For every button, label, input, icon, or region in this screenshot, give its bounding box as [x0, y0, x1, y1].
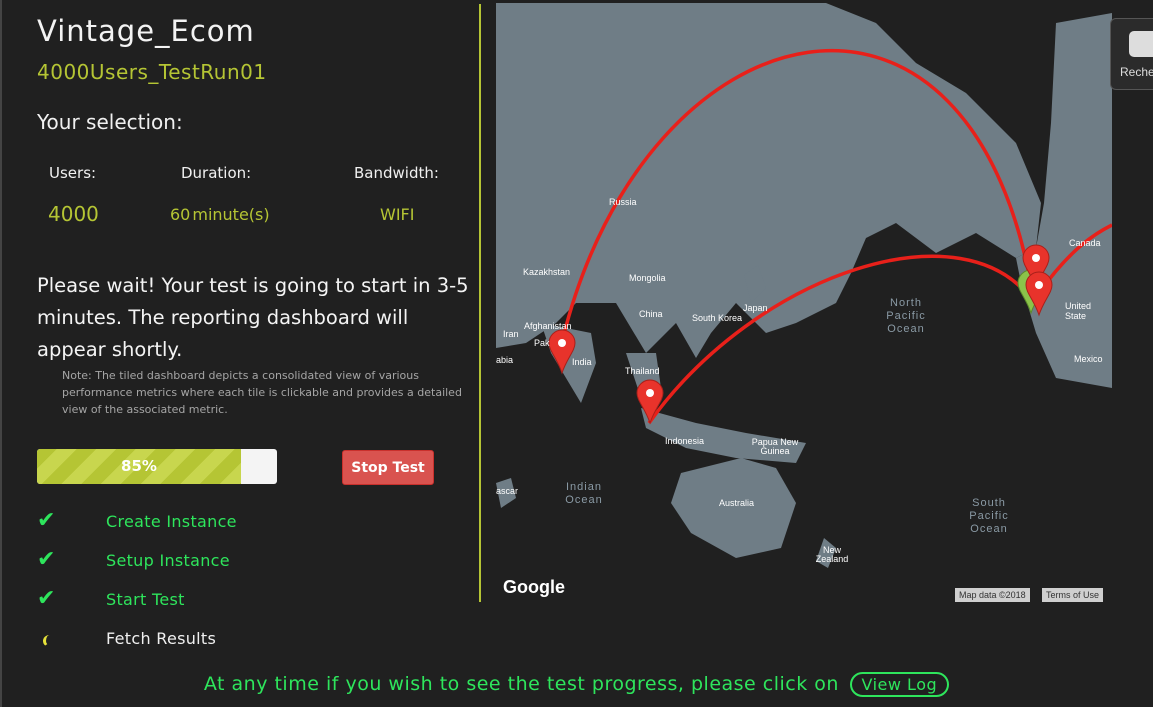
app-title: Vintage_Ecom — [37, 14, 255, 48]
stop-test-button[interactable]: Stop Test — [342, 450, 434, 485]
bandwidth-label: Bandwidth: — [354, 164, 439, 182]
duration-label: Duration: — [181, 164, 252, 182]
selection-heading: Your selection: — [37, 110, 183, 134]
step-label: Start Test — [106, 590, 185, 609]
step-create-instance: ✔ Create Instance — [37, 508, 457, 536]
label-china: China — [639, 309, 663, 319]
label-mexico: Mexico — [1074, 354, 1103, 364]
test-panel: Vintage_Ecom 4000Users_TestRun01 Your se… — [0, 0, 480, 670]
label-australia: Australia — [719, 498, 755, 508]
users-value: 4000 — [48, 202, 99, 226]
label-north-pacific-ocean: North Pacific Ocean — [886, 297, 926, 335]
label-indian-ocean: Indian Ocean — [565, 481, 603, 506]
bandwidth-value: WIFI — [380, 205, 415, 224]
australia-landmass — [671, 458, 796, 558]
view-log-button[interactable]: View Log — [849, 672, 950, 697]
recheck-icon — [1129, 31, 1153, 57]
label-thailand: Thailand — [625, 366, 660, 376]
step-setup-instance: ✔ Setup Instance — [37, 547, 457, 575]
check-icon: ✔ — [37, 586, 56, 611]
check-icon: ✔ — [37, 508, 56, 533]
label-south-pacific-ocean: South Pacific Ocean — [969, 497, 1009, 535]
eurasia-landmass — [496, 3, 1041, 358]
label-russia: Russia — [609, 197, 637, 207]
footer-text: At any time if you wish to see the test … — [203, 673, 839, 695]
label-new-zealand: New Zealand — [815, 545, 849, 564]
label-papua-new-guinea: Papua New Guinea — [751, 437, 799, 456]
users-label: Users: — [49, 164, 97, 182]
map-canvas — [496, 3, 1112, 568]
label-pakistan: Pak — [534, 338, 550, 348]
step-label: Create Instance — [106, 512, 237, 531]
wait-message: Please wait! Your test is going to start… — [37, 274, 469, 361]
recheck-widget[interactable]: Reche — [1110, 18, 1153, 90]
map-attribution: Map data ©2018 — [955, 588, 1030, 602]
progress-text: 85% — [121, 457, 157, 475]
step-start-test: ✔ Start Test — [37, 586, 457, 614]
dashboard-note: Note: The tiled dashboard depicts a cons… — [62, 369, 462, 416]
step-label: Setup Instance — [106, 551, 230, 570]
duration-value: 60 minute(s) — [170, 205, 270, 224]
footer-message: At any time if you wish to see the test … — [0, 672, 1153, 697]
recheck-label: Reche — [1120, 65, 1153, 79]
label-kazakhstan: Kazakhstan — [523, 267, 571, 277]
world-map[interactable]: Russia Kazakhstan Mongolia China Afghani… — [496, 3, 1112, 604]
test-progress-bar: 85% — [37, 449, 277, 484]
check-icon: ✔ — [37, 547, 56, 572]
label-indonesia: Indonesia — [665, 436, 705, 446]
duration-number: 60 — [170, 205, 191, 224]
step-label: Fetch Results — [106, 629, 217, 648]
label-japan: Japan — [743, 303, 768, 313]
terms-of-use-link[interactable]: Terms of Use — [1042, 588, 1104, 602]
test-run-name: 4000Users_TestRun01 — [37, 60, 267, 84]
label-arabia: abia — [496, 355, 514, 365]
label-iran: Iran — [503, 329, 519, 339]
duration-unit: minute(s) — [192, 205, 270, 224]
step-fetch-results: Fetch Results — [37, 629, 457, 653]
label-canada: Canada — [1069, 238, 1101, 248]
label-madagascar: ascar — [496, 486, 519, 496]
panel-divider — [479, 4, 481, 602]
label-mongolia: Mongolia — [629, 273, 666, 283]
label-india: India — [572, 357, 592, 367]
google-logo: Google — [503, 577, 565, 597]
label-united-states: United State — [1065, 301, 1092, 321]
label-south-korea: South Korea — [692, 313, 743, 323]
label-afghanistan: Afghanistan — [524, 321, 572, 331]
loading-spinner-icon — [43, 635, 56, 647]
